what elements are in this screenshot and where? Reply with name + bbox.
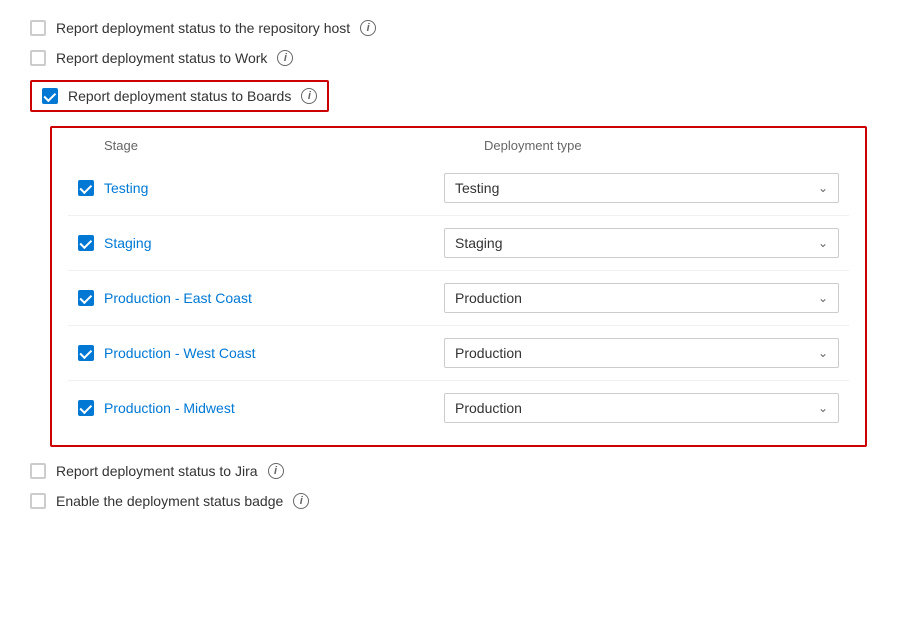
prod-midwest-checkbox[interactable] <box>78 400 94 416</box>
testing-chevron-icon: ⌄ <box>818 181 828 195</box>
prod-east-chevron-icon: ⌄ <box>818 291 828 305</box>
prod-west-deployment-value: Production <box>455 345 522 361</box>
stages-header: Stage Deployment type <box>68 138 849 161</box>
staging-checkbox[interactable] <box>78 235 94 251</box>
boards-row: Report deployment status to Boards i <box>30 80 329 112</box>
repo-host-info-icon[interactable]: i <box>360 20 376 36</box>
staging-stage-name: Staging <box>104 235 434 251</box>
prod-midwest-chevron-icon: ⌄ <box>818 401 828 415</box>
stage-row-prod-midwest: Production - Midwest Production ⌄ <box>68 380 849 435</box>
deployment-type-column-header: Deployment type <box>484 138 839 153</box>
prod-west-chevron-icon: ⌄ <box>818 346 828 360</box>
repo-host-label: Report deployment status to the reposito… <box>56 20 350 36</box>
boards-info-icon[interactable]: i <box>301 88 317 104</box>
boards-checkbox[interactable] <box>42 88 58 104</box>
work-row: Report deployment status to Work i <box>30 50 867 66</box>
testing-deployment-select[interactable]: Testing ⌄ <box>444 173 839 203</box>
stage-row-prod-east: Production - East Coast Production ⌄ <box>68 270 849 325</box>
work-label: Report deployment status to Work <box>56 50 267 66</box>
badge-info-icon[interactable]: i <box>293 493 309 509</box>
stage-column-header: Stage <box>104 138 484 153</box>
work-checkbox[interactable] <box>30 50 46 66</box>
repo-host-checkbox[interactable] <box>30 20 46 36</box>
work-info-icon[interactable]: i <box>277 50 293 66</box>
prod-midwest-deployment-select[interactable]: Production ⌄ <box>444 393 839 423</box>
staging-deployment-value: Staging <box>455 235 502 251</box>
staging-chevron-icon: ⌄ <box>818 236 828 250</box>
badge-checkbox[interactable] <box>30 493 46 509</box>
stage-row-testing: Testing Testing ⌄ <box>68 161 849 215</box>
prod-east-checkbox[interactable] <box>78 290 94 306</box>
staging-deployment-select[interactable]: Staging ⌄ <box>444 228 839 258</box>
jira-info-icon[interactable]: i <box>268 463 284 479</box>
stages-container: Stage Deployment type Testing Testing ⌄ … <box>50 126 867 447</box>
prod-west-checkbox[interactable] <box>78 345 94 361</box>
prod-east-deployment-select[interactable]: Production ⌄ <box>444 283 839 313</box>
prod-east-stage-name: Production - East Coast <box>104 290 434 306</box>
repo-host-row: Report deployment status to the reposito… <box>30 20 867 36</box>
jira-row: Report deployment status to Jira i <box>30 463 867 479</box>
boards-label: Report deployment status to Boards <box>68 88 291 104</box>
prod-midwest-deployment-value: Production <box>455 400 522 416</box>
testing-checkbox[interactable] <box>78 180 94 196</box>
prod-midwest-stage-name: Production - Midwest <box>104 400 434 416</box>
jira-label: Report deployment status to Jira <box>56 463 258 479</box>
prod-east-deployment-value: Production <box>455 290 522 306</box>
stage-row-prod-west: Production - West Coast Production ⌄ <box>68 325 849 380</box>
prod-west-deployment-select[interactable]: Production ⌄ <box>444 338 839 368</box>
badge-row: Enable the deployment status badge i <box>30 493 867 509</box>
bottom-section: Report deployment status to Jira i Enabl… <box>30 463 867 509</box>
testing-stage-name: Testing <box>104 180 434 196</box>
stage-row-staging: Staging Staging ⌄ <box>68 215 849 270</box>
jira-checkbox[interactable] <box>30 463 46 479</box>
prod-west-stage-name: Production - West Coast <box>104 345 434 361</box>
badge-label: Enable the deployment status badge <box>56 493 283 509</box>
testing-deployment-value: Testing <box>455 180 499 196</box>
